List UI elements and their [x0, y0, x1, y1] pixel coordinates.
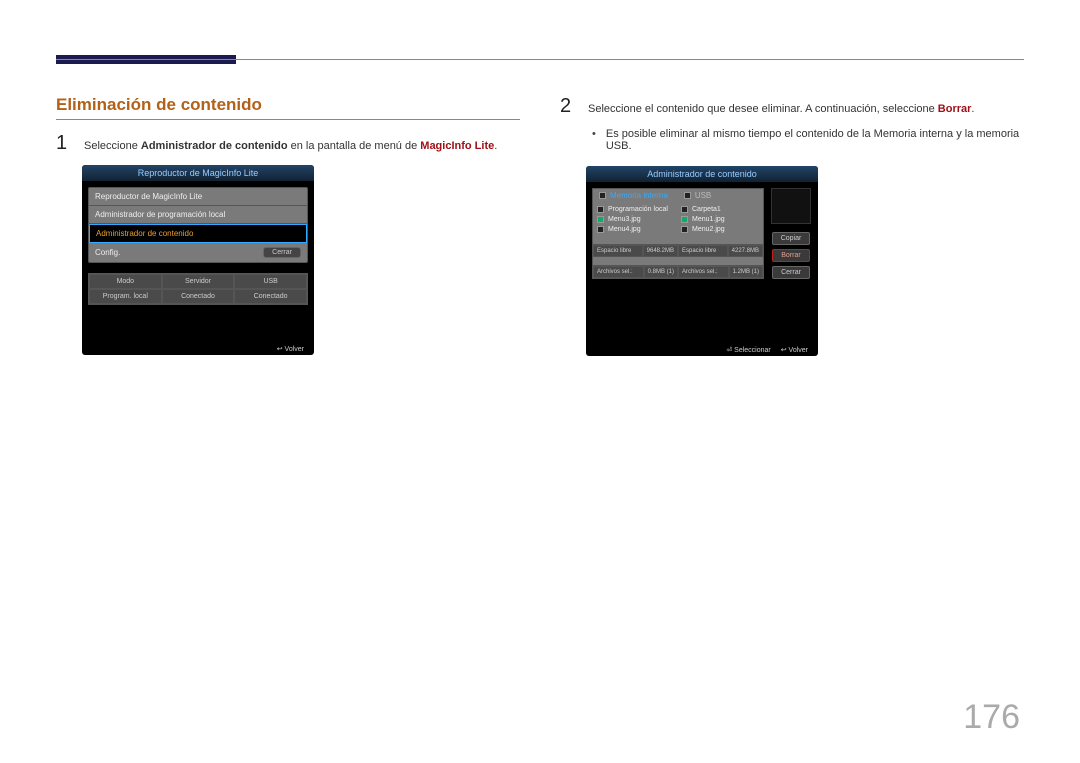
device-footer-back[interactable]: ↩ Volver	[277, 345, 304, 353]
close-button[interactable]: Cerrar	[772, 266, 810, 279]
text: .	[494, 140, 497, 152]
text: .	[628, 140, 631, 152]
device-screenshot-menu: Reproductor de MagicInfo Lite Reproducto…	[82, 165, 314, 355]
menu-item-config[interactable]: Config. Cerrar	[89, 243, 307, 262]
copy-button[interactable]: Copiar	[772, 232, 810, 245]
bullet-note: Es posible eliminar al mismo tiempo el c…	[592, 128, 1024, 152]
status-value-server: Conectado	[162, 289, 235, 304]
text: y la memoria	[953, 128, 1019, 140]
tab-internal-memory[interactable]: Memoria interna	[599, 191, 668, 200]
space-free-left-value: 9648.2MB	[643, 245, 678, 257]
selected-left-value: 0.8MB (1)	[644, 266, 678, 278]
text: en la pantalla de menú de	[288, 140, 421, 152]
space-free-right-label: Espacio libre	[678, 245, 728, 257]
file-item[interactable]: Menu3.jpg	[597, 216, 675, 223]
bold-text: Administrador de contenido	[141, 140, 288, 152]
step-2: 2 Seleccione el contenido que desee elim…	[560, 95, 1024, 118]
device-footer: ⏎ Seleccionar ↩ Volver	[726, 346, 808, 354]
file-item[interactable]: Programación local	[597, 206, 675, 213]
file-item[interactable]: Carpeta1	[681, 206, 759, 213]
selected-left-label: Archivos sel.:	[593, 266, 644, 278]
footer-back[interactable]: ↩ Volver	[781, 346, 808, 354]
right-column: 2 Seleccione el contenido que desee elim…	[560, 95, 1024, 356]
step-1: 1 Seleccione Administrador de contenido …	[56, 132, 520, 155]
header-divider	[56, 59, 1024, 60]
preview-thumbnail	[771, 188, 811, 224]
menu-item-content-manager[interactable]: Administrador de contenido	[89, 224, 307, 243]
menu-item-player[interactable]: Reproductor de MagicInfo Lite	[89, 188, 307, 206]
step-number: 1	[56, 132, 70, 155]
device-title: Administrador de contenido	[586, 166, 818, 182]
status-value-usb: Conectado	[234, 289, 307, 304]
status-header-server: Servidor	[162, 274, 235, 289]
text: Es posible eliminar al mismo tiempo el c…	[606, 128, 874, 140]
menu-item-schedule[interactable]: Administrador de programación local	[89, 206, 307, 224]
delete-button[interactable]: Borrar	[772, 249, 810, 262]
highlight-delete: Borrar	[938, 103, 972, 115]
selected-right-label: Archivos sel.:	[678, 266, 729, 278]
section-heading: Eliminación de contenido	[56, 95, 520, 120]
step-text: Seleccione Administrador de contenido en…	[84, 138, 497, 155]
storage-tabs: Memoria interna USB	[593, 189, 763, 204]
text: Seleccione	[84, 140, 141, 152]
footer-select[interactable]: ⏎ Seleccionar	[726, 346, 770, 354]
space-free-right-value: 4227.8MB	[728, 245, 763, 257]
left-column: Eliminación de contenido 1 Seleccione Ad…	[56, 95, 520, 356]
page-body: Eliminación de contenido 1 Seleccione Ad…	[56, 95, 1024, 356]
device-title: Reproductor de MagicInfo Lite	[82, 165, 314, 181]
menu-list: Reproductor de MagicInfo Lite Administra…	[88, 187, 308, 263]
file-item[interactable]: Menu4.jpg	[597, 226, 675, 233]
status-header-usb: USB	[234, 274, 307, 289]
text: .	[971, 103, 974, 115]
space-free-left-label: Espacio libre	[593, 245, 643, 257]
file-item[interactable]: Menu2.jpg	[681, 226, 759, 233]
close-button[interactable]: Cerrar	[263, 247, 301, 258]
step-text: Seleccione el contenido que desee elimin…	[588, 101, 974, 118]
selected-right-value: 1.2MB (1)	[729, 266, 763, 278]
selected-info-row: Archivos sel.: 0.8MB (1) Archivos sel.: …	[593, 265, 763, 278]
status-grid: Modo Servidor USB Program. local Conecta…	[88, 273, 308, 305]
status-header-mode: Modo	[89, 274, 162, 289]
bold-usb: USB	[606, 140, 629, 152]
tab-usb[interactable]: USB	[684, 191, 711, 200]
bold-internal-memory: Memoria interna	[874, 128, 953, 140]
file-item[interactable]: Menu1.jpg	[681, 216, 759, 223]
step-number: 2	[560, 95, 574, 118]
action-pane: Copiar Borrar Cerrar	[770, 188, 812, 279]
highlight-magicinfo: MagicInfo Lite	[420, 140, 494, 152]
text: Seleccione el contenido que desee elimin…	[588, 103, 938, 115]
device-screenshot-content-manager: Administrador de contenido Memoria inter…	[586, 166, 818, 356]
space-info-row: Espacio libre 9648.2MB Espacio libre 422…	[593, 244, 763, 257]
page-number: 176	[963, 698, 1020, 737]
file-grid: Programación local Carpeta1 Menu3.jpg Me…	[593, 204, 763, 235]
status-value-mode: Program. local	[89, 289, 162, 304]
content-pane: Memoria interna USB Programación local C…	[592, 188, 764, 279]
